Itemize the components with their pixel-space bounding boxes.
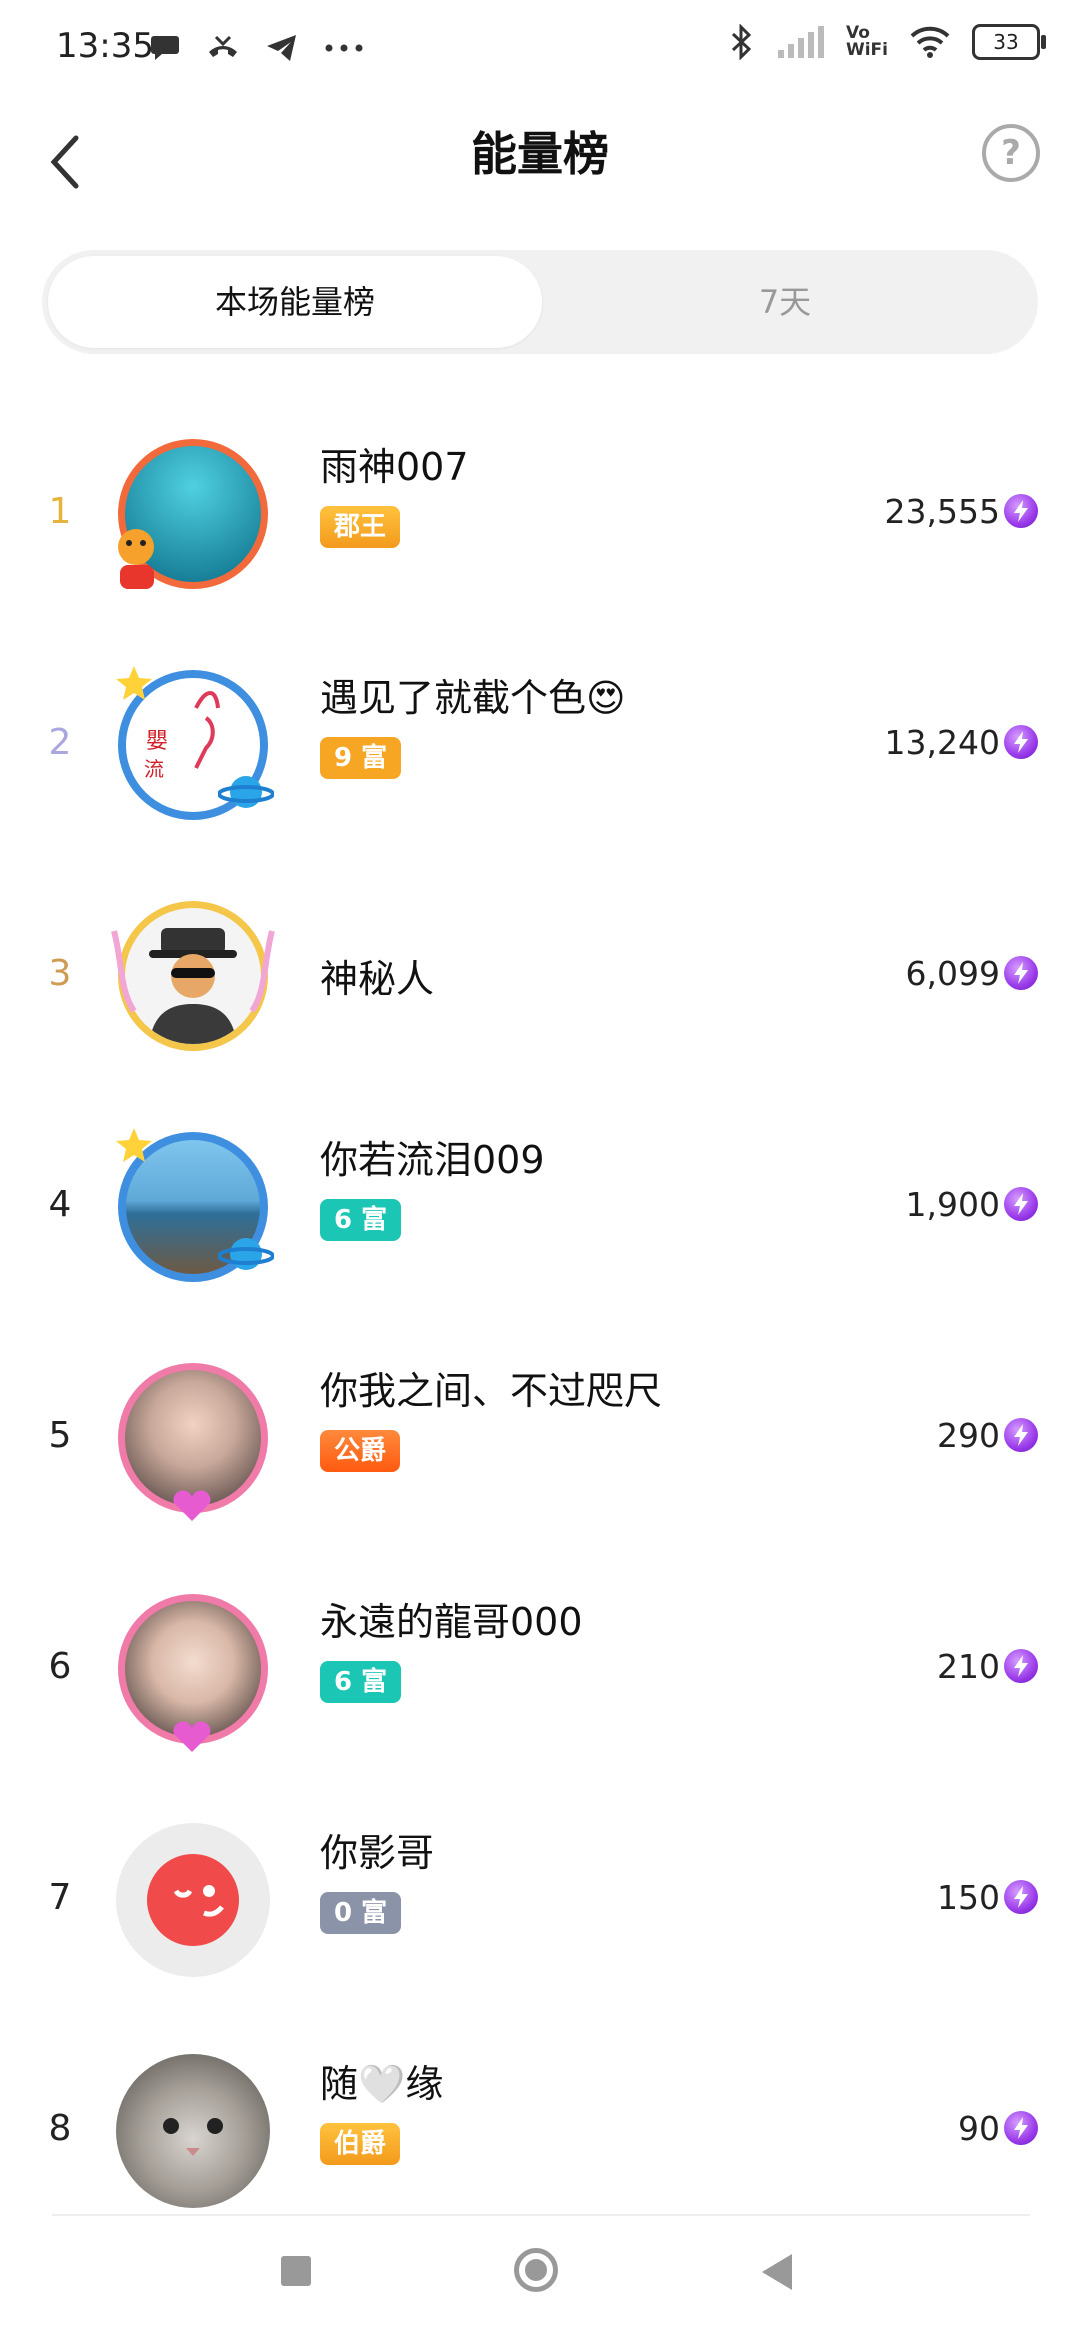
- ranking-row[interactable]: 5 你我之间、不过咫尺 公爵 290: [0, 1320, 1080, 1551]
- avatar[interactable]: [108, 2046, 278, 2216]
- level-badge: 6 富: [320, 1661, 402, 1703]
- user-name: 雨神007: [320, 445, 469, 489]
- home-icon[interactable]: [514, 2248, 558, 2292]
- ranking-row[interactable]: 6 永遠的龍哥000 6 富 210: [0, 1551, 1080, 1782]
- wink-face-icon: [147, 1854, 239, 1946]
- energy-bolt-icon: [1004, 1187, 1038, 1221]
- ranking-list: 1 雨神007 郡王 23,555 2 嬰流 遇见了就截个色😍 9 富 13,2…: [0, 396, 1080, 2244]
- ranking-row[interactable]: 4 你若流泪009 6 富 1,900: [0, 1089, 1080, 1320]
- user-name: 随🤍缘: [320, 2062, 444, 2106]
- heart-frame-icon: [173, 1490, 211, 1521]
- status-bar: 13:35 Vo WiFi 33: [0, 0, 1080, 96]
- svg-text:嬰: 嬰: [146, 729, 168, 754]
- header: 能量榜 ?: [0, 96, 1080, 246]
- level-badge: 6 富: [320, 1199, 402, 1241]
- ranking-tabs: 本场能量榜 7天: [42, 250, 1038, 354]
- signal-icon: [777, 26, 824, 58]
- energy-score: 90: [958, 2109, 1000, 2148]
- more-dots-icon: [325, 44, 363, 52]
- svg-text:流: 流: [144, 757, 164, 781]
- vowifi-bottom: WiFi: [845, 40, 888, 60]
- vowifi-icon: Vo WiFi: [846, 25, 888, 59]
- level-badge: 9 富: [320, 737, 402, 779]
- energy-bolt-icon: [1004, 2111, 1038, 2145]
- status-time: 13:35: [56, 26, 154, 66]
- avatar[interactable]: [108, 1353, 278, 1523]
- avatar[interactable]: [108, 1122, 278, 1292]
- page-title: 能量榜: [471, 127, 609, 181]
- energy-bolt-icon: [1004, 1649, 1038, 1683]
- energy-score: 1,900: [905, 1185, 1000, 1224]
- ranking-row[interactable]: 1 雨神007 郡王 23,555: [0, 396, 1080, 627]
- heart-frame-icon: [173, 1721, 211, 1752]
- rank-number: 2: [48, 722, 72, 763]
- rank-number: 4: [48, 1184, 72, 1225]
- user-name: 遇见了就截个色😍: [320, 676, 626, 720]
- user-name: 神秘人: [320, 957, 435, 1001]
- rank-number: 1: [48, 491, 72, 532]
- avatar[interactable]: [108, 429, 278, 599]
- level-badge: 公爵: [320, 1430, 401, 1472]
- battery-icon: 33: [972, 24, 1046, 60]
- energy-bolt-icon: [1004, 1880, 1038, 1914]
- bluetooth-icon: [731, 24, 752, 60]
- back-icon[interactable]: [762, 2254, 792, 2290]
- user-name: 永遠的龍哥000: [320, 1600, 583, 1644]
- avatar[interactable]: [108, 1584, 278, 1754]
- energy-score: 150: [937, 1878, 1000, 1917]
- energy-score: 23,555: [884, 492, 1000, 531]
- rank-number: 7: [48, 1877, 72, 1918]
- rank-number: 3: [48, 953, 72, 994]
- energy-bolt-icon: [1004, 1418, 1038, 1452]
- chat-bubble-icon: [151, 36, 179, 60]
- system-icons: Vo WiFi 33: [730, 24, 1046, 60]
- energy-score: 6,099: [905, 954, 1000, 993]
- rank-number: 8: [48, 2108, 72, 2149]
- avatar-image: [116, 2054, 270, 2208]
- planet-frame-icon: [218, 1238, 274, 1270]
- rank-number: 6: [48, 1646, 72, 1687]
- tab-current-session[interactable]: 本场能量榜: [48, 256, 542, 348]
- telegram-icon: [267, 35, 296, 61]
- energy-score: 210: [937, 1647, 1000, 1686]
- ranking-row[interactable]: 3 神秘人 6,099: [0, 858, 1080, 1089]
- tab-7-days[interactable]: 7天: [538, 256, 1032, 348]
- star-frame-icon: [116, 1128, 152, 1162]
- avatar[interactable]: [108, 1815, 278, 1985]
- energy-score: 290: [937, 1416, 1000, 1455]
- level-badge: 伯爵: [320, 2123, 401, 2165]
- energy-bolt-icon: [1004, 494, 1038, 528]
- user-name: 你若流泪009: [320, 1138, 545, 1182]
- energy-score: 13,240: [884, 723, 1000, 762]
- ranking-row[interactable]: 7 你影哥 0 富 150: [0, 1782, 1080, 2013]
- ranking-row[interactable]: 8 随🤍缘 伯爵 90: [0, 2013, 1080, 2244]
- planet-frame-icon: [218, 776, 274, 808]
- user-name: 你影哥: [320, 1831, 435, 1875]
- notification-icons: [150, 28, 364, 68]
- cat-face-icon: [163, 2118, 223, 2156]
- user-name: 你我之间、不过咫尺: [320, 1369, 663, 1413]
- avatar-image: [116, 1823, 270, 1977]
- question-circle-icon: ?: [1001, 133, 1021, 173]
- system-nav-bar: [0, 2216, 1080, 2340]
- star-frame-icon: [116, 666, 152, 700]
- energy-bolt-icon: [1004, 956, 1038, 990]
- recent-apps-icon[interactable]: [281, 2256, 311, 2286]
- missed-call-icon: [209, 35, 237, 57]
- ranking-row[interactable]: 2 嬰流 遇见了就截个色😍 9 富 13,240: [0, 627, 1080, 858]
- wifi-icon: [910, 26, 950, 58]
- avatar[interactable]: [108, 891, 278, 1061]
- energy-bolt-icon: [1004, 725, 1038, 759]
- level-badge: 0 富: [320, 1892, 402, 1934]
- level-badge: 郡王: [320, 506, 401, 548]
- help-button[interactable]: ?: [982, 124, 1040, 182]
- wing-frame-icon: [111, 930, 275, 1013]
- avatar[interactable]: 嬰流: [108, 660, 278, 830]
- tiger-frame-icon: [118, 529, 154, 589]
- rank-number: 5: [48, 1415, 72, 1456]
